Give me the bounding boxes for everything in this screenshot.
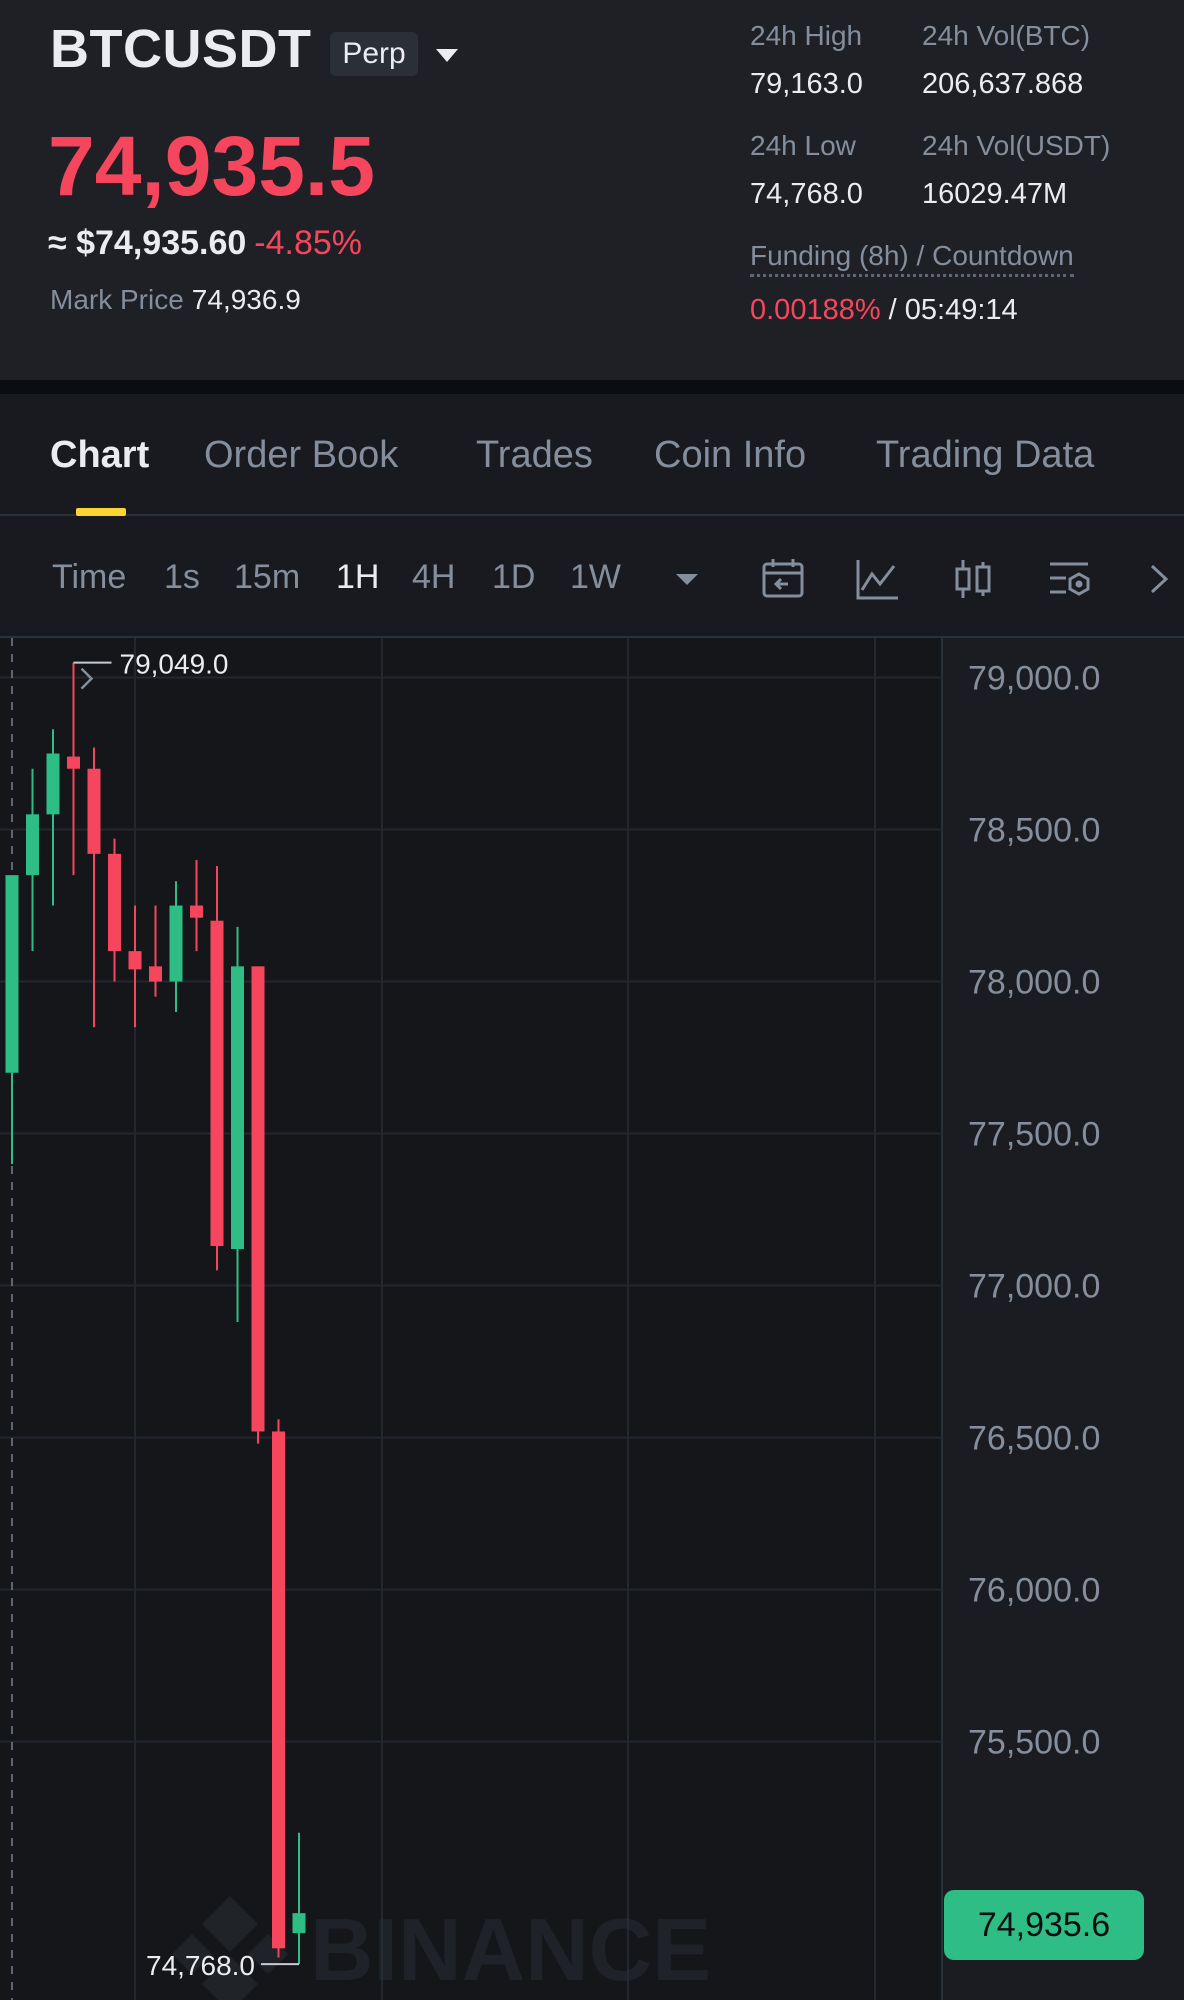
candle-body (292, 1913, 306, 1934)
timeframe-4h[interactable]: 4H (412, 558, 455, 597)
candlestick-chart[interactable]: 79,000.0 78,500.0 78,000.0 77,500.0 77,000.0… (0, 638, 1184, 2000)
tab-coin-info[interactable]: Coin Info (654, 434, 806, 477)
y-axis-tick-label: 77,500.0 (968, 1116, 1100, 1154)
y-axis-tick-label: 78,000.0 (968, 964, 1100, 1002)
price-chart[interactable]: 79,000.0 78,500.0 78,000.0 77,500.0 77,000.0… (0, 638, 1184, 2000)
high-marker-label: 79,049.0 (120, 649, 229, 680)
candle-body (149, 966, 162, 982)
chevron-right-icon[interactable] (1134, 554, 1184, 604)
change-percent: -4.85% (254, 224, 363, 262)
indicator-chart-icon[interactable] (852, 554, 902, 604)
funding-line: 0.00188% / 05:49:14 (750, 294, 1018, 327)
candle-body (26, 814, 39, 876)
y-axis-tick-label: 77,000.0 (968, 1268, 1100, 1306)
symbol-title[interactable]: BTCUSDT (50, 18, 311, 80)
vol-btc-value: 206,637.868 (922, 68, 1084, 100)
timeframe-1w[interactable]: 1W (570, 558, 621, 597)
funding-rate: 0.00188% (750, 294, 881, 326)
timeframe-1d[interactable]: 1D (492, 558, 535, 597)
candle-body (46, 753, 60, 815)
timeframe-1s[interactable]: 1s (164, 558, 200, 597)
tab-chart[interactable]: Chart (50, 434, 149, 477)
chart-toolbar: Time 1s 15m 1H 4H 1D 1W (0, 516, 1184, 638)
mark-price-line: Mark Price 74,936.9 (50, 284, 301, 316)
y-axis-tick-label: 76,500.0 (968, 1420, 1100, 1458)
symbol-dropdown-icon[interactable] (432, 40, 462, 70)
candle-style-icon[interactable] (948, 554, 998, 604)
settings-icon[interactable] (1044, 554, 1094, 604)
y-axis-tick-label: 76,000.0 (968, 1572, 1100, 1610)
candle-body (108, 853, 121, 952)
timeframe-15m[interactable]: 15m (234, 558, 300, 597)
mark-price-label: Mark Price (50, 284, 184, 315)
funding-separator: / (880, 294, 905, 326)
low-value: 74,768.0 (750, 178, 863, 210)
mark-price-value: 74,936.9 (191, 284, 301, 315)
vol-usdt-label: 24h Vol(USDT) (922, 130, 1111, 161)
ticker-header: BTCUSDT Perp 74,935.5 ≈ $74,935.60 -4.85%… (0, 0, 1184, 380)
watermark-text: BINANCE (310, 1900, 711, 1999)
y-axis-tick-label: 79,000.0 (968, 660, 1100, 698)
binance-watermark: BINANCE (172, 1896, 711, 2000)
candle-body (231, 966, 244, 1250)
calendar-icon[interactable] (758, 554, 808, 604)
approx-usd-line: ≈ $74,935.60 -4.85% (48, 224, 362, 263)
approx-usd: ≈ $74,935.60 (48, 224, 247, 262)
candle-body (272, 1431, 285, 1949)
tab-order-book[interactable]: Order Book (204, 434, 398, 477)
timeframe-1h[interactable]: 1H (336, 558, 379, 597)
timeframe-time[interactable]: Time (52, 558, 126, 597)
low-marker-label: 74,768.0 (146, 1950, 255, 1981)
candle-body (190, 905, 203, 918)
tab-trades[interactable]: Trades (476, 434, 593, 477)
high-value: 79,163.0 (750, 68, 863, 100)
dropdown-caret-icon[interactable] (662, 554, 712, 604)
binance-logo-icon (172, 1896, 288, 2000)
candle-body (5, 875, 19, 1073)
vol-btc-label: 24h Vol(BTC) (922, 20, 1091, 51)
tab-bar: Chart Order Book Trades Coin Info Tradin… (0, 394, 1184, 516)
candle-body (169, 905, 183, 982)
high-label: 24h High (750, 20, 863, 51)
current-price-pill: 74,935.6 (944, 1890, 1144, 1960)
active-tab-indicator (76, 508, 126, 516)
y-axis-tick-label: 75,500.0 (968, 1724, 1100, 1762)
funding-label[interactable]: Funding (8h) / Countdown (750, 240, 1074, 277)
section-divider (0, 380, 1184, 394)
perp-badge: Perp (330, 32, 418, 76)
y-axis-tick-label: 78,500.0 (968, 812, 1100, 850)
vol-usdt-value: 16029.47M (922, 178, 1068, 210)
candle-body (210, 920, 224, 1247)
candle-body (128, 951, 142, 970)
scroll-left-chevron-icon (80, 667, 94, 690)
low-label: 24h Low (750, 130, 856, 161)
funding-countdown: 05:49:14 (904, 294, 1018, 326)
candle-body (251, 966, 265, 1432)
last-price: 74,935.5 (48, 119, 375, 213)
candle-body (67, 756, 80, 769)
tab-trading-data[interactable]: Trading Data (876, 434, 1094, 477)
candle-body (87, 768, 101, 854)
